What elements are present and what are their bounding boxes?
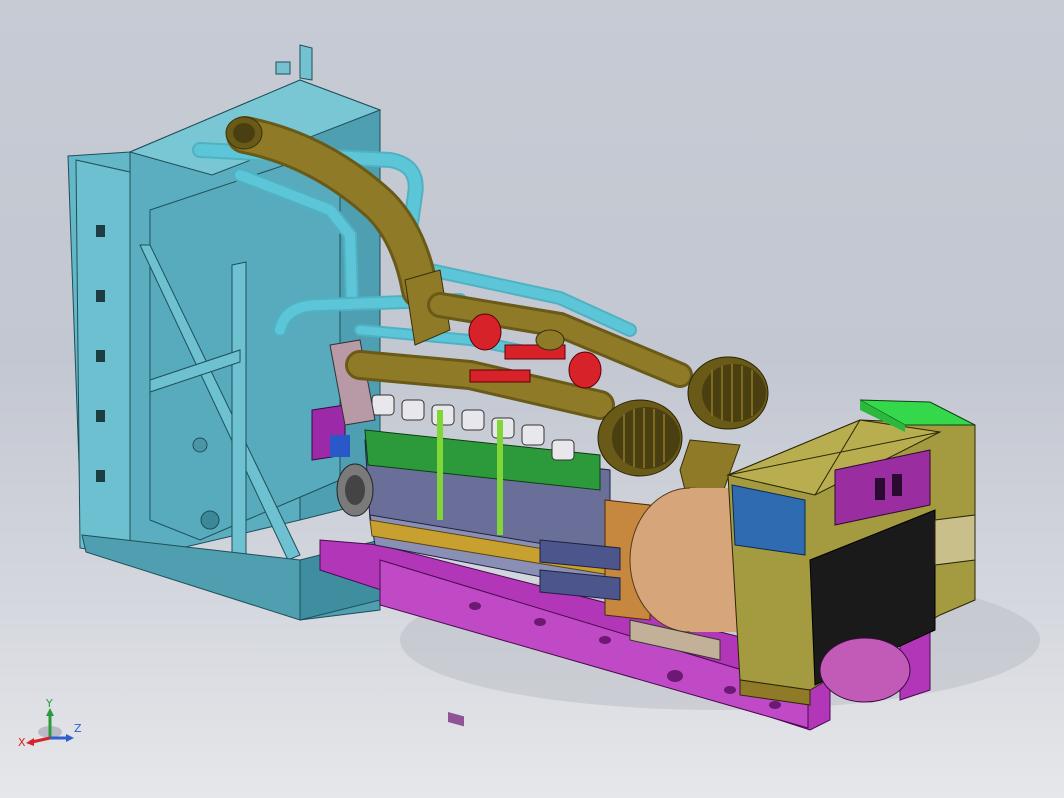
- generator-set-model[interactable]: [0, 0, 1064, 798]
- z-axis-label: Z: [74, 722, 82, 735]
- radiator-assembly[interactable]: [67, 44, 382, 621]
- graphics-viewport[interactable]: Y X Z: [0, 0, 1064, 798]
- x-axis-arrow: [31, 736, 51, 744]
- y-axis-label: Y: [45, 698, 53, 710]
- flywheel-disc: [819, 637, 911, 703]
- x-axis-label: X: [18, 736, 26, 749]
- coordinate-triad: Y X Z: [18, 698, 82, 749]
- turbo-exhaust[interactable]: [345, 292, 693, 420]
- air-filter-rear[interactable]: [687, 356, 769, 430]
- air-filter-front[interactable]: [597, 399, 683, 477]
